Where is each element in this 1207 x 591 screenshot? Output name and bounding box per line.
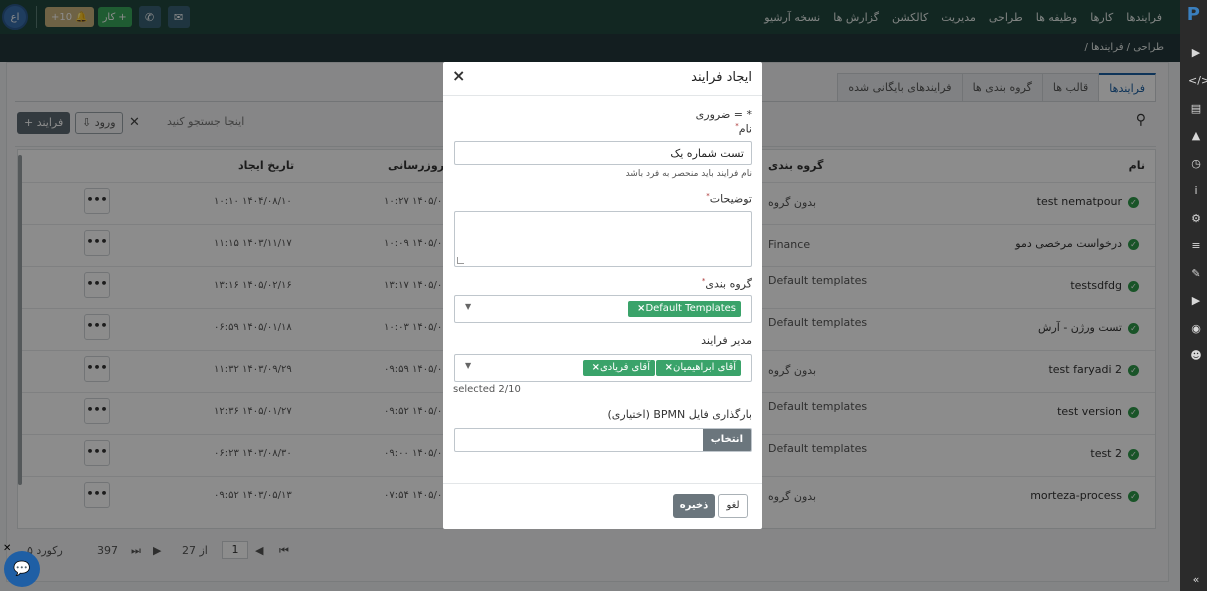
collapse-icon[interactable]: «	[1188, 572, 1204, 588]
document-icon[interactable]: ▤	[1188, 101, 1204, 117]
chat-icon: 💬	[13, 561, 31, 577]
robot-icon[interactable]: ☻	[1188, 348, 1204, 364]
logo-icon: P	[1186, 4, 1200, 25]
name-field-value: تست شماره یک	[670, 147, 744, 160]
bpmn-file-input[interactable]: انتخاب	[454, 428, 752, 452]
gear-icon[interactable]: ⚙	[1188, 211, 1204, 227]
close-chat-icon[interactable]: ✕	[3, 543, 11, 554]
manager-tag[interactable]: آقای ابراهیمیان×	[655, 360, 741, 376]
chevron-down-icon[interactable]: ▼	[465, 361, 471, 370]
description-field[interactable]	[454, 211, 752, 267]
dialog-header: ایجاد فرایند ×	[443, 62, 762, 96]
info-icon[interactable]: i	[1188, 183, 1204, 199]
selected-count: selected 2/10	[453, 384, 521, 395]
manager-select[interactable]: آقای ابراهیمیان× آقای فریادی× ▼	[454, 354, 752, 382]
lock-icon[interactable]: ▲	[1188, 128, 1204, 144]
code-icon[interactable]: </>	[1188, 73, 1207, 89]
name-hint: نام فرایند باید منحصر به فرد باشد	[625, 169, 752, 179]
create-process-dialog: ایجاد فرایند × * = ضروری نام* تست شماره …	[443, 62, 762, 529]
dialog-title: ایجاد فرایند	[691, 70, 752, 85]
dialog-footer: لغو ذخیره	[443, 483, 762, 529]
name-field[interactable]: تست شماره یک	[454, 141, 752, 165]
database-icon[interactable]: ◉	[1188, 321, 1204, 337]
remove-tag-icon[interactable]: ×	[592, 362, 600, 373]
file-export-icon[interactable]: ▶	[1188, 293, 1204, 309]
description-label: توضیحات*	[706, 192, 752, 206]
wand-icon[interactable]: ✎	[1188, 266, 1204, 282]
required-note: * = ضروری	[695, 108, 752, 121]
manager-label: مدیر فرایند	[701, 334, 752, 347]
choose-file-button[interactable]: انتخاب	[702, 429, 751, 451]
clock-icon[interactable]: ◷	[1188, 156, 1204, 172]
right-icon-rail: P ▶ </> ▤ ▲ ◷ i ⚙ ≡ ✎ ▶ ◉ ☻ «	[1180, 0, 1207, 591]
list-icon[interactable]: ≡	[1188, 238, 1204, 254]
manager-tag[interactable]: آقای فریادی×	[582, 360, 655, 376]
cancel-button[interactable]: لغو	[718, 494, 748, 518]
chevron-down-icon[interactable]: ▼	[465, 302, 471, 311]
close-icon[interactable]: ×	[452, 66, 465, 85]
chat-button[interactable]: 💬	[4, 551, 40, 587]
group-select[interactable]: Default Templates× ▼	[454, 295, 752, 323]
name-label: نام*	[735, 122, 752, 136]
bpmn-upload-label: بارگذاری فایل BPMN (اختیاری)	[607, 408, 752, 421]
group-tag[interactable]: Default Templates×	[628, 301, 741, 317]
remove-tag-icon[interactable]: ×	[665, 362, 673, 373]
group-label: گروه بندی*	[701, 277, 752, 291]
save-button[interactable]: ذخیره	[673, 494, 715, 518]
play-icon[interactable]: ▶	[1188, 45, 1204, 61]
